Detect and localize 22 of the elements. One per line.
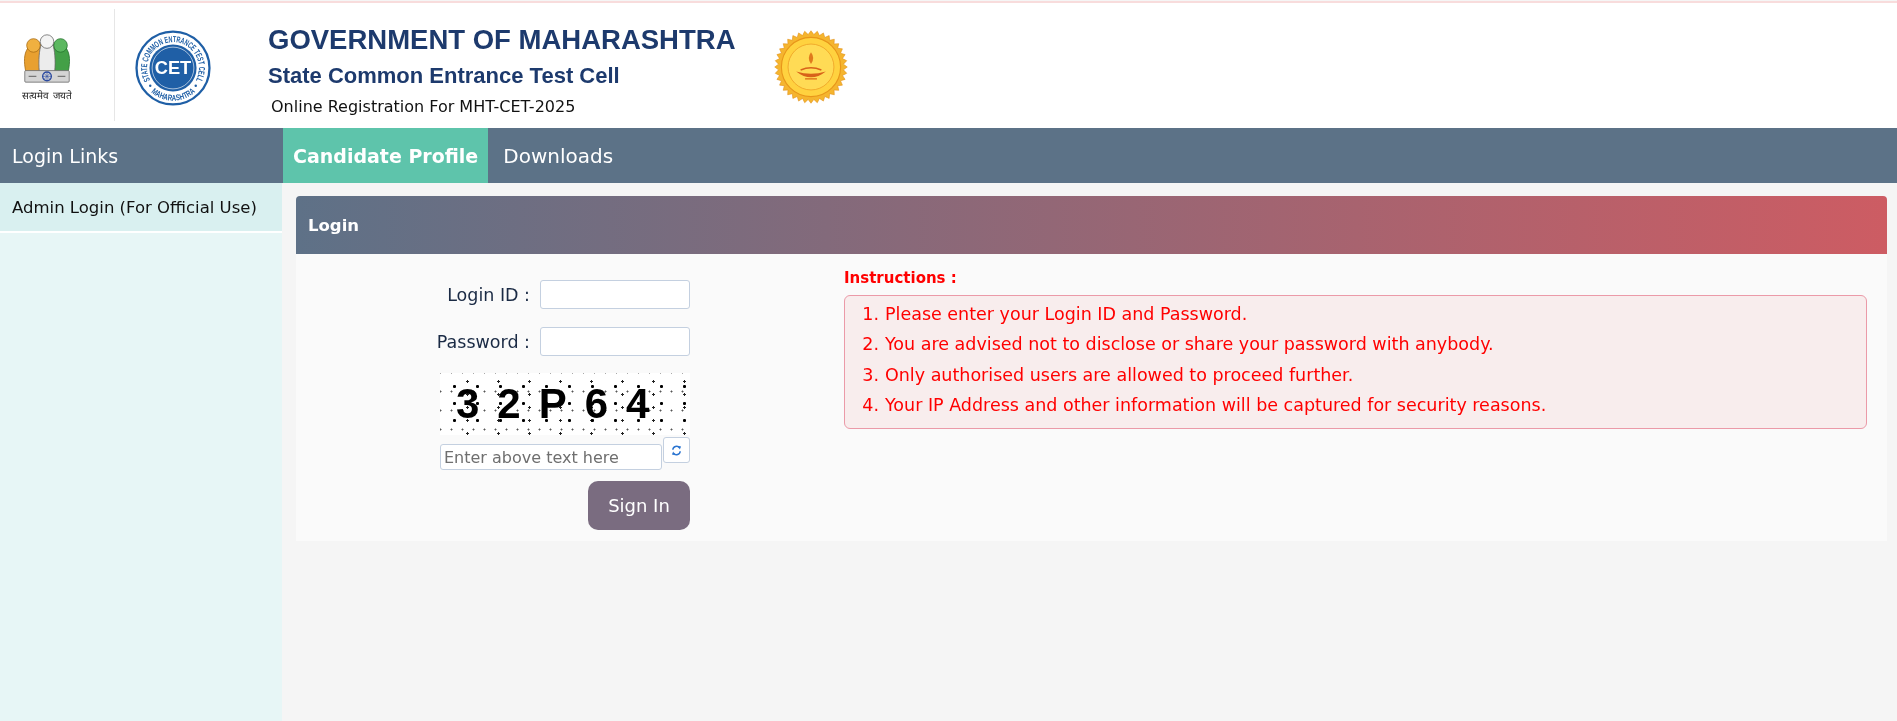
instruction-item: 1. Please enter your Login ID and Password. (861, 303, 1249, 326)
instruction-item: 4. Your IP Address and other information will be captured for security reasons. (861, 394, 1548, 418)
header-subtitle: State Common Entrance Test Cell (268, 62, 621, 90)
captcha-input-field[interactable]: Enter above text here (440, 444, 662, 470)
instructions-heading: Instructions : (844, 269, 958, 287)
nav-tab[interactable]: Downloads (488, 128, 624, 183)
sign-in-button[interactable]: Sign In (588, 481, 690, 530)
sidebar-item[interactable]: Admin Login (For Official Use) (0, 183, 282, 233)
input-field[interactable] (540, 280, 690, 309)
refresh-button[interactable] (663, 437, 690, 463)
sidebar-title: Login Links (12, 144, 119, 167)
login-header-bar: Login (296, 196, 1887, 254)
field-label: Password : (436, 331, 530, 352)
field-label: Login ID : (447, 284, 530, 305)
instruction-item: 2. You are advised not to disclose or share your password with anybody. (861, 333, 1495, 357)
captcha-text: 32P64 (456, 381, 668, 427)
header-title: GOVERNMENT OF MAHARASHTRA (268, 24, 737, 56)
header-tagline: Online Registration For MHT-CET-2025 (271, 97, 577, 117)
refresh-icon (671, 443, 682, 457)
input-field[interactable] (540, 327, 690, 356)
instruction-item: 3. Only authorised users are allowed to proceed further. (861, 363, 1355, 387)
emblem-motto: सत्यमेव जयते (22, 89, 72, 102)
